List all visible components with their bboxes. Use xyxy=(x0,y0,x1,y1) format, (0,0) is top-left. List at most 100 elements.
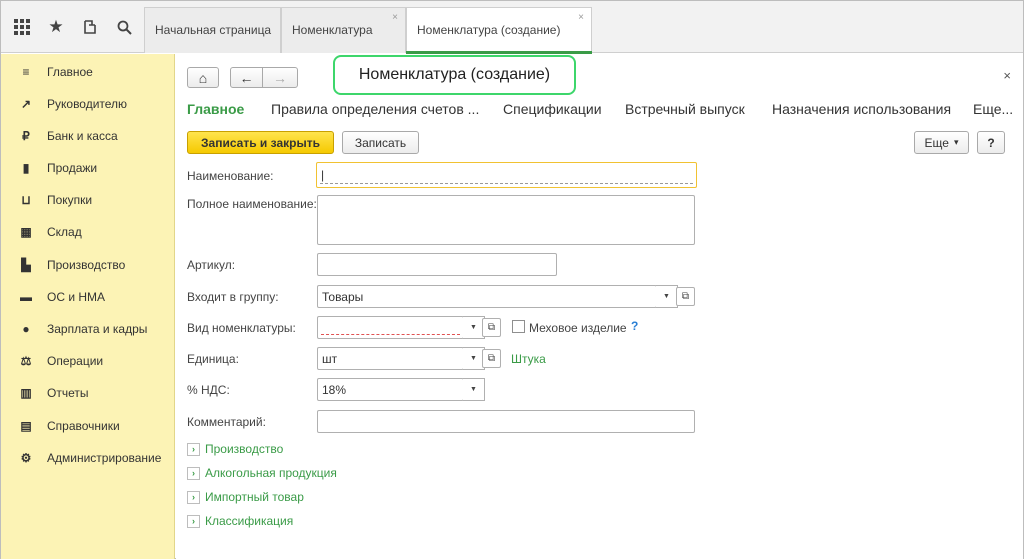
sidebar-item-bank[interactable]: ₽ Банк и касса xyxy=(1,121,175,151)
menu-icon: ≡ xyxy=(22,65,30,79)
open-form-icon: ⧉ xyxy=(681,291,690,302)
name-input[interactable]: | xyxy=(316,162,697,188)
gear-icon: ⚙ xyxy=(20,451,32,465)
section-label: Импортный товар xyxy=(205,490,304,504)
chevron-down-icon: ▼ xyxy=(470,324,477,331)
sidebar-item-label: Администрирование xyxy=(47,451,162,465)
sidebar-item-label: Главное xyxy=(47,65,93,79)
section-import[interactable]: › Импортный товар xyxy=(187,490,304,504)
apps-grid-icon[interactable] xyxy=(1,1,39,53)
kind-open-button[interactable]: ⧉ xyxy=(482,318,501,337)
sidebar-item-assets[interactable]: ▬ ОС и НМА xyxy=(1,282,175,312)
forward-button[interactable]: → xyxy=(262,67,298,88)
close-icon[interactable]: × xyxy=(1003,68,1011,83)
kind-input[interactable] xyxy=(317,316,464,339)
section-label: Производство xyxy=(205,442,284,456)
sidebar-item-warehouse[interactable]: ▦ Склад xyxy=(1,217,175,247)
open-form-icon: ⧉ xyxy=(487,322,496,333)
sidebar-item-production[interactable]: ▙ Производство xyxy=(1,250,175,280)
chevron-down-icon: ▼ xyxy=(663,293,670,300)
kind-label: Вид номенклатуры: xyxy=(187,321,296,335)
forward-arrow-icon: → xyxy=(273,69,287,86)
sidebar-item-sales[interactable]: ▮ Продажи xyxy=(1,153,175,183)
vat-dropdown-button[interactable]: ▼ xyxy=(463,378,485,401)
tab-more[interactable]: Еще... xyxy=(973,101,1013,117)
page-title: Номенклатура (создание) xyxy=(333,55,576,95)
more-button[interactable]: Еще ▾ xyxy=(914,131,969,154)
open-form-icon: ⧉ xyxy=(487,353,496,364)
fur-product-checkbox[interactable] xyxy=(512,320,525,333)
unit-open-button[interactable]: ⧉ xyxy=(482,349,501,368)
fur-help-link[interactable]: ? xyxy=(631,319,638,333)
sidebar-item-admin[interactable]: ⚙ Администрирование xyxy=(1,443,175,473)
top-toolbar: ★ xyxy=(1,1,144,53)
tab-main[interactable]: Главное xyxy=(187,101,244,117)
sidebar-item-manager[interactable]: ↗ Руководителю xyxy=(1,89,175,119)
tab-usage-purposes[interactable]: Назначения использования xyxy=(772,101,951,117)
star-icon[interactable]: ★ xyxy=(39,1,73,53)
search-icon[interactable] xyxy=(107,1,141,53)
close-icon[interactable]: × xyxy=(578,12,584,23)
fur-product-label: Меховое изделие xyxy=(529,321,627,335)
chevron-right-icon: › xyxy=(187,466,200,480)
home-button[interactable]: ⌂ xyxy=(187,67,219,88)
top-bar: ★ Начальная страница Номенклатура × Номе… xyxy=(1,1,1023,54)
group-input[interactable]: Товары xyxy=(317,285,657,308)
comment-input[interactable] xyxy=(317,410,695,433)
more-label: Еще xyxy=(924,135,949,150)
sidebar-item-purchases[interactable]: ⊔ Покупки xyxy=(1,185,175,215)
section-alcohol[interactable]: › Алкогольная продукция xyxy=(187,466,337,480)
unit-full-name-link[interactable]: Штука xyxy=(511,352,546,366)
close-icon[interactable]: × xyxy=(392,12,398,23)
sidebar-item-label: Склад xyxy=(47,225,82,239)
help-button[interactable]: ? xyxy=(977,131,1005,154)
warehouse-icon: ▦ xyxy=(20,225,32,239)
name-label: Наименование: xyxy=(187,169,274,183)
sidebar-item-reports[interactable]: ▥ Отчеты xyxy=(1,378,175,408)
vat-input[interactable]: 18% xyxy=(317,378,464,401)
sidebar-item-salary[interactable]: ● Зарплата и кадры xyxy=(1,314,175,344)
tab-specifications[interactable]: Спецификации xyxy=(503,101,602,117)
full-name-label: Полное наименование: xyxy=(187,197,317,211)
ruble-icon: ₽ xyxy=(22,129,30,143)
sidebar-item-label: Продажи xyxy=(47,161,98,175)
truck-icon: ▬ xyxy=(20,290,32,304)
vat-label: % НДС: xyxy=(187,383,230,397)
tab-nomenclature-create[interactable]: Номенклатура (создание) × xyxy=(406,7,592,54)
group-open-button[interactable]: ⧉ xyxy=(676,287,695,306)
tab-label: Номенклатура (создание) xyxy=(417,23,561,37)
sidebar-item-label: ОС и НМА xyxy=(47,290,106,304)
full-name-textarea[interactable] xyxy=(317,195,695,245)
sidebar-item-label: Операции xyxy=(47,354,104,368)
unit-label: Единица: xyxy=(187,352,239,366)
sidebar-item-label: Справочники xyxy=(47,419,120,433)
save-and-close-button[interactable]: Записать и закрыть xyxy=(187,131,334,154)
section-label: Алкогольная продукция xyxy=(205,466,337,480)
unit-input[interactable]: шт xyxy=(317,347,464,370)
bag-icon: ▮ xyxy=(22,161,30,175)
sidebar-item-main[interactable]: ≡ Главное xyxy=(1,57,175,87)
group-dropdown-button[interactable]: ▼ xyxy=(656,285,678,308)
sidebar-item-catalogs[interactable]: ▤ Справочники xyxy=(1,411,175,441)
article-input[interactable] xyxy=(317,253,557,276)
tab-home[interactable]: Начальная страница xyxy=(144,7,281,53)
section-classification[interactable]: › Классификация xyxy=(187,514,293,528)
tab-account-rules[interactable]: Правила определения счетов ... xyxy=(271,101,479,117)
sidebar-item-operations[interactable]: ⚖ Операции xyxy=(1,346,175,376)
section-production[interactable]: › Производство xyxy=(187,442,283,456)
tab-label: Начальная страница xyxy=(155,23,272,37)
sidebar-item-label: Отчеты xyxy=(47,386,89,400)
sidebar: ≡ Главное ↗ Руководителю ₽ Банк и касса ▮ Пр… xyxy=(1,54,175,559)
page-title-text: Номенклатура (создание) xyxy=(358,66,551,83)
chevron-right-icon: › xyxy=(187,442,200,456)
save-button[interactable]: Записать xyxy=(342,131,419,154)
history-icon[interactable] xyxy=(73,1,107,53)
sidebar-item-label: Банк и касса xyxy=(47,129,118,143)
tab-nomenclature[interactable]: Номенклатура × xyxy=(281,7,406,53)
form-area: ⌂ ← → Номенклатура (создание) × Главное … xyxy=(176,54,1023,559)
sidebar-item-label: Покупки xyxy=(47,193,93,207)
back-button[interactable]: ← xyxy=(230,67,263,88)
tab-counter-output[interactable]: Встречный выпуск xyxy=(625,101,745,117)
chevron-down-icon: ▼ xyxy=(470,386,477,393)
trend-icon: ↗ xyxy=(20,97,32,111)
